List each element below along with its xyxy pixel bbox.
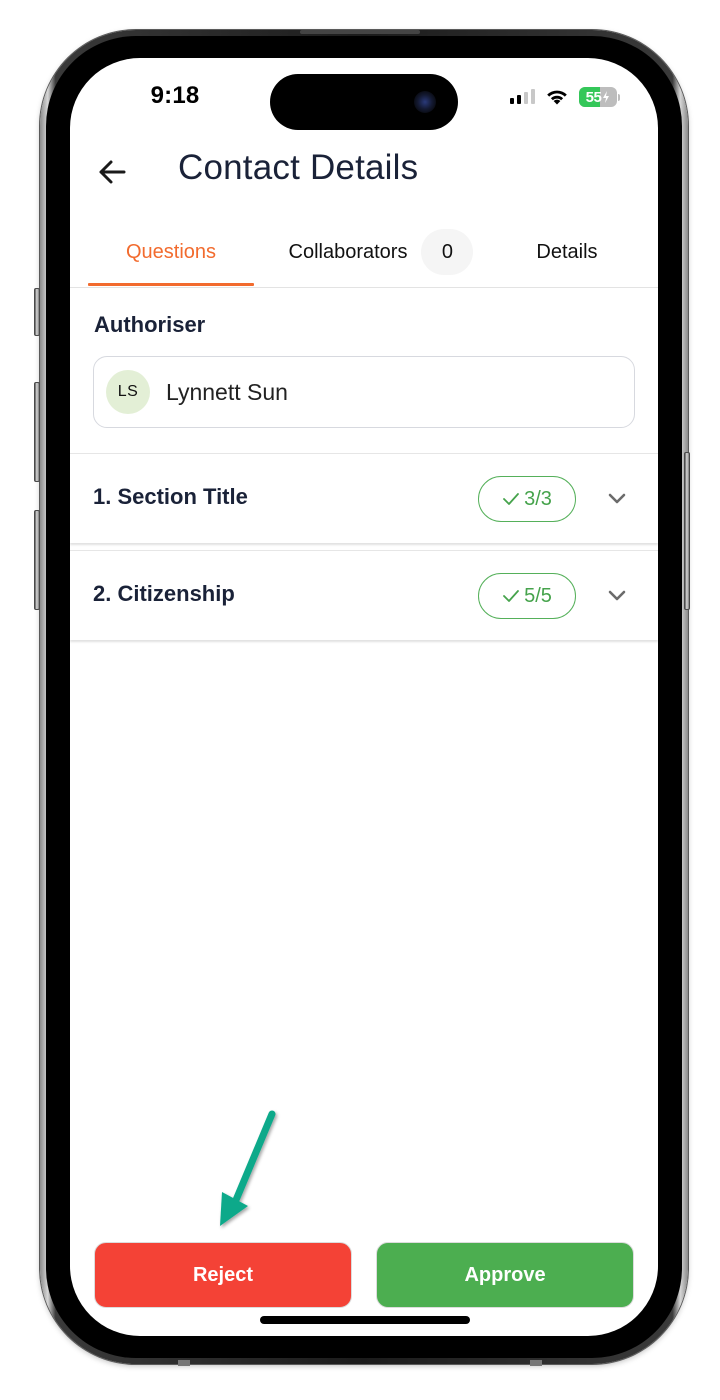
wifi-icon: [547, 90, 567, 105]
tab-label: Details: [536, 240, 598, 263]
phone-bottom-edge: [530, 1360, 542, 1366]
arrow-pointer-icon: [220, 1110, 276, 1226]
chevron-down-icon[interactable]: [606, 584, 628, 606]
dynamic-island: [270, 74, 458, 130]
back-button[interactable]: [94, 154, 130, 190]
tab-collaborators[interactable]: Collaborators 0: [274, 218, 488, 286]
action-button: [34, 288, 40, 336]
check-icon: [503, 590, 519, 602]
status-icons: 55: [510, 86, 620, 108]
volume-up-button: [34, 382, 40, 482]
section-title: 1. Section Title: [93, 484, 248, 509]
status-time: 9:18: [150, 82, 200, 109]
authoriser-name: Lynnett Sun: [166, 378, 288, 405]
section-title: 2. Citizenship: [93, 581, 235, 606]
tab-bar: Questions Collaborators 0 Details: [70, 218, 658, 288]
reject-button[interactable]: Reject: [94, 1242, 352, 1308]
power-button: [684, 452, 690, 610]
active-tab-indicator: [88, 283, 254, 286]
arrow-left-icon: [99, 160, 126, 184]
chevron-down-icon[interactable]: [606, 487, 628, 509]
camera-icon: [414, 91, 436, 113]
phone-top-edge: [300, 30, 420, 34]
collaborators-count-badge: 0: [421, 229, 474, 275]
phone-bottom-edge: [178, 1360, 190, 1366]
tab-label: Questions: [125, 240, 217, 263]
authoriser-label: Authoriser: [94, 312, 206, 337]
section-row[interactable]: 1. Section Title 3/3: [70, 453, 658, 543]
volume-down-button: [34, 510, 40, 610]
progress-count: 3/3: [524, 487, 552, 510]
page-title: Contact Details: [178, 148, 419, 187]
progress-badge: 5/5: [478, 573, 576, 619]
battery-charging-icon: 55: [579, 87, 617, 107]
screen: 9:18 55 Contact Details Questions Collab…: [70, 58, 658, 1336]
tab-label: Collaborators: [288, 240, 408, 263]
section-row[interactable]: 2. Citizenship 5/5: [70, 550, 658, 640]
check-icon: [503, 493, 519, 505]
approve-button[interactable]: Approve: [376, 1242, 634, 1308]
cellular-signal-icon: [510, 89, 535, 104]
battery-percent: 55: [585, 88, 602, 106]
battery-nub: [618, 93, 620, 101]
avatar: LS: [106, 370, 150, 414]
tab-details[interactable]: Details: [520, 218, 614, 286]
progress-badge: 3/3: [478, 476, 576, 522]
tab-questions[interactable]: Questions: [88, 218, 254, 286]
progress-count: 5/5: [524, 584, 552, 607]
authoriser-field[interactable]: LS Lynnett Sun: [93, 356, 635, 428]
home-indicator[interactable]: [260, 1316, 470, 1324]
